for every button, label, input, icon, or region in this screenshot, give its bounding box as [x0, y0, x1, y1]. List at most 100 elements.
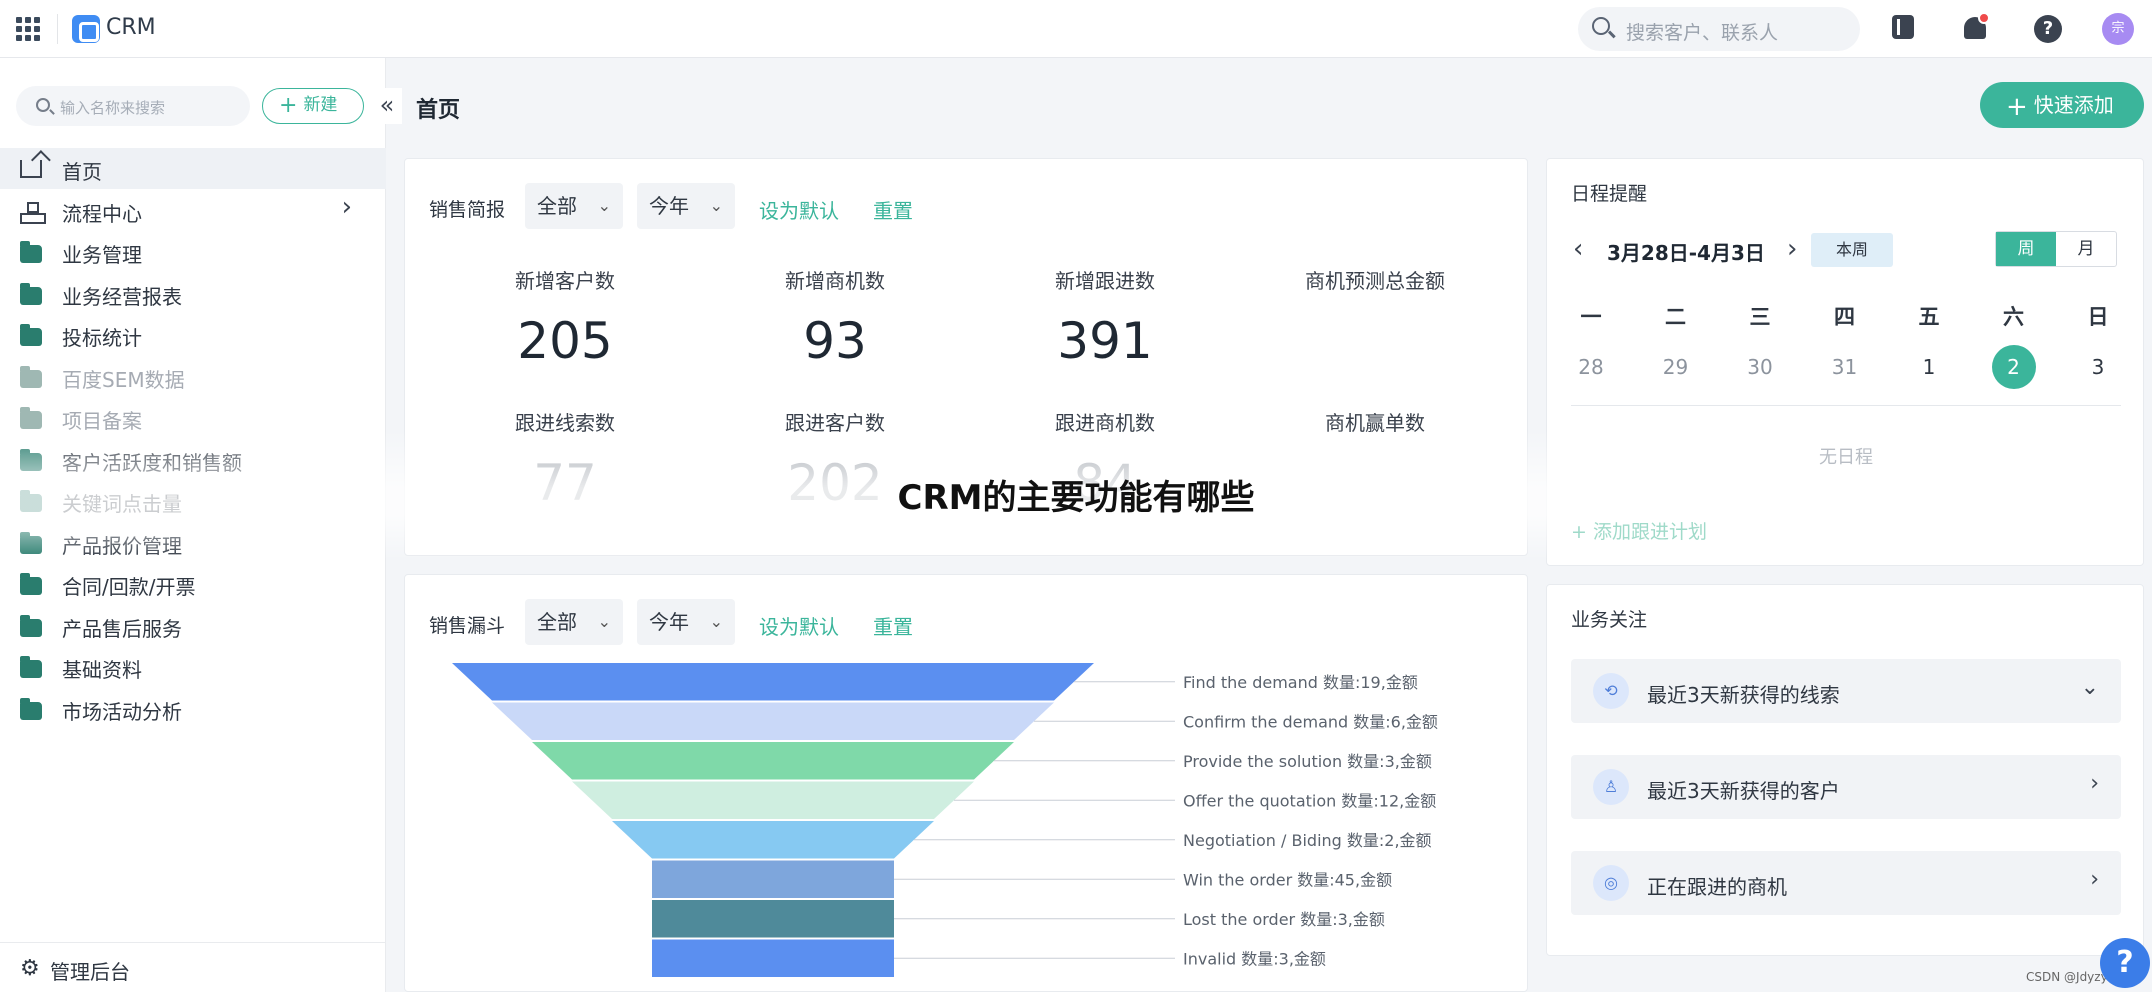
global-search-input[interactable]: 搜索客户、联系人 — [1578, 7, 1860, 51]
view-week-button[interactable]: 周 — [1996, 232, 2056, 266]
schedule-title: 日程提醒 — [1571, 183, 1648, 205]
funnel-stage[interactable] — [652, 939, 894, 978]
app-grid-icon[interactable] — [16, 17, 40, 41]
sidebar-item[interactable]: 合同/回款/开票 — [0, 563, 386, 604]
chevron-down-icon[interactable]: ⌄ — [2081, 675, 2099, 700]
search-icon — [36, 98, 50, 112]
focus-item[interactable]: ◎ 正在跟进的商机 › — [1571, 851, 2121, 915]
sidebar-item-label: 首页 — [62, 160, 102, 184]
funnel-reset-link[interactable]: 重置 — [873, 611, 913, 640]
funnel-stage[interactable] — [652, 860, 894, 899]
sales-scope-value: 全部 — [537, 194, 577, 218]
weekday-label: 日 — [2087, 305, 2109, 329]
sidebar-search-input[interactable]: 输入名称来搜索 — [16, 86, 250, 126]
crm-logo-icon — [72, 15, 100, 43]
sidebar-item[interactable]: 项目备案 — [0, 397, 386, 438]
lead-icon: ⟲ — [1593, 673, 1629, 709]
funnel-stage[interactable] — [652, 900, 894, 938]
chevron-down-icon: ⌄ — [597, 612, 611, 631]
sidebar-item[interactable]: 业务经营报表 — [0, 273, 386, 314]
focus-item[interactable]: ⟲ 最近3天新获得的线索 ⌄ — [1571, 659, 2121, 723]
add-follow-plan-link[interactable]: + 添加跟进计划 — [1571, 517, 1707, 544]
focus-item-label: 最近3天新获得的客户 — [1647, 779, 1840, 803]
sales-funnel-chart: Find the demand 数量:19,金额 Confirm the dema… — [452, 663, 1438, 978]
kpi-item: 新增客户数 205 — [445, 265, 685, 370]
kpi-label: 跟进商机数 — [1055, 411, 1155, 435]
calendar-day[interactable]: 3 — [2076, 345, 2120, 389]
sidebar-item[interactable]: 首页 — [0, 148, 386, 189]
calendar-day[interactable]: 1 — [1907, 345, 1951, 389]
weekday-label: 四 — [1834, 305, 1855, 329]
sidebar-item-label: 合同/回款/开票 — [62, 575, 196, 599]
view-month-button[interactable]: 月 — [2056, 232, 2116, 266]
admin-link[interactable]: ⚙ 管理后台 — [0, 942, 386, 992]
top-bar: CRM 搜索客户、联系人 ? 宗 — [0, 0, 2152, 58]
chevron-down-icon: ⌄ — [709, 196, 723, 215]
calendar-day[interactable]: 2 — [1991, 345, 2036, 389]
avatar[interactable]: 宗 — [2102, 13, 2134, 45]
kpi-value: 93 — [803, 312, 867, 370]
funnel-stage[interactable] — [532, 742, 1014, 780]
help-icon[interactable]: ? — [2034, 15, 2062, 43]
sidebar-item[interactable]: 市场活动分析 — [0, 688, 386, 729]
sidebar-item[interactable]: 流程中心 › — [0, 190, 386, 231]
funnel-stage[interactable] — [572, 781, 974, 820]
sidebar-item-label: 业务经营报表 — [62, 284, 182, 309]
funnel-scope-select[interactable]: 全部 ⌄ — [525, 599, 623, 645]
sidebar-item[interactable]: 基础资料 — [0, 646, 386, 687]
chevron-right-icon[interactable]: › — [2090, 771, 2099, 796]
sidebar-item-label: 项目备案 — [62, 409, 142, 433]
sidebar-item[interactable]: 产品售后服务 — [0, 605, 386, 646]
floating-help-icon[interactable]: ? — [2100, 938, 2150, 988]
funnel-stage[interactable] — [452, 663, 1094, 701]
sales-set-default-link[interactable]: 设为默认 — [759, 195, 839, 224]
sidebar-item[interactable]: 百度SEM数据 — [0, 356, 386, 397]
prev-week-icon[interactable]: ‹ — [1573, 233, 1583, 265]
kpi-label: 商机预测总金额 — [1305, 269, 1445, 293]
flow-icon — [20, 201, 46, 224]
sales-scope-select[interactable]: 全部 ⌄ — [525, 183, 623, 229]
kpi-value: 391 — [1057, 312, 1153, 370]
sales-period-select[interactable]: 今年 ⌄ — [637, 183, 735, 229]
kpi-label: 跟进客户数 — [785, 411, 885, 435]
funnel-period-select[interactable]: 今年 ⌄ — [637, 599, 735, 645]
funnel-title: 销售漏斗 — [429, 615, 506, 637]
new-button[interactable]: + 新建 — [262, 88, 364, 124]
funnel-stage[interactable] — [492, 702, 1054, 741]
funnel-stage-label: Lost the order 数量:3,金额 — [1183, 910, 1385, 929]
funnel-stage-label: Find the demand 数量:19,金额 — [1183, 673, 1418, 692]
folder-icon — [20, 697, 42, 720]
collapse-sidebar-button[interactable]: « — [372, 88, 402, 124]
funnel-set-default-link[interactable]: 设为默认 — [759, 611, 839, 640]
chevron-down-icon: ⌄ — [709, 612, 723, 631]
schedule-divider — [1571, 405, 2121, 406]
notebook-icon[interactable] — [1892, 15, 1914, 39]
sales-reset-link[interactable]: 重置 — [873, 195, 913, 224]
focus-item-label: 正在跟进的商机 — [1647, 875, 1787, 899]
this-week-button[interactable]: 本周 — [1811, 233, 1893, 267]
focus-item-label: 最近3天新获得的线索 — [1647, 683, 1840, 707]
sidebar: 输入名称来搜索 + 新建 首页流程中心 › 业务管理业务经营报表 投标统计百度SEM数据… — [0, 58, 386, 992]
sidebar-item[interactable]: 投标统计 — [0, 314, 386, 355]
opportunity-icon: ◎ — [1593, 865, 1629, 901]
sidebar-item-label: 投标统计 — [62, 326, 142, 350]
focus-item[interactable]: ♙ 最近3天新获得的客户 › — [1571, 755, 2121, 819]
funnel-stage-label: Confirm the demand 数量:6,金额 — [1183, 712, 1438, 731]
gear-icon: ⚙ — [20, 956, 40, 981]
sidebar-item[interactable]: 产品报价管理 — [0, 522, 386, 563]
quick-add-button[interactable]: + 快速添加 — [1980, 82, 2144, 128]
calendar-day[interactable]: 30 — [1738, 345, 1782, 389]
week-range: 3月28日-4月3日 — [1607, 241, 1765, 265]
calendar-day[interactable]: 31 — [1823, 345, 1867, 389]
no-schedule-text: 无日程 — [1819, 447, 1873, 468]
sidebar-item[interactable]: 业务管理 — [0, 231, 386, 272]
funnel-stage[interactable] — [612, 821, 934, 859]
next-week-icon[interactable]: › — [1787, 233, 1797, 265]
calendar-day[interactable]: 28 — [1569, 345, 1613, 389]
brand-name: CRM — [106, 15, 156, 40]
brand-divider — [57, 14, 58, 44]
funnel-stage-label: Offer the quotation 数量:12,金额 — [1183, 791, 1436, 810]
calendar-day[interactable]: 29 — [1654, 345, 1698, 389]
chevron-right-icon[interactable]: › — [2090, 867, 2099, 892]
kpi-label: 新增商机数 — [785, 269, 885, 293]
